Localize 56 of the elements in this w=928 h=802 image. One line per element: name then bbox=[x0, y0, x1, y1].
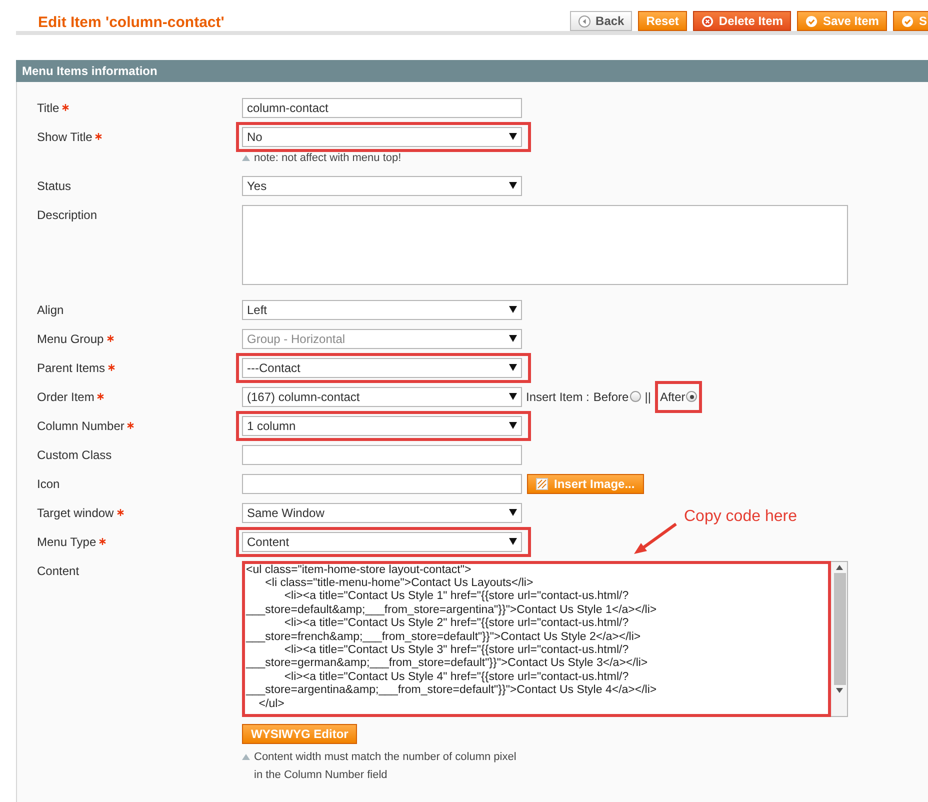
field-label: Order Item bbox=[37, 388, 94, 406]
annotation-text: Copy code here bbox=[684, 508, 797, 526]
input-field[interactable]: column-contact bbox=[242, 98, 522, 118]
input-field[interactable] bbox=[242, 444, 522, 464]
image-icon bbox=[536, 478, 548, 490]
hint-triangle-icon bbox=[242, 154, 250, 160]
hint-text: note: not affect with menu top! bbox=[254, 150, 402, 166]
dropdown-caret-icon bbox=[509, 538, 517, 545]
dropdown-caret-icon bbox=[509, 335, 517, 342]
input-field[interactable] bbox=[242, 474, 522, 494]
dropdown-caret-icon bbox=[509, 306, 517, 313]
close-icon bbox=[700, 14, 714, 28]
dropdown[interactable]: 1 column bbox=[242, 416, 522, 436]
radio-option[interactable]: After bbox=[660, 390, 698, 404]
field-label: Custom Class bbox=[37, 446, 112, 464]
dropdown[interactable]: Left bbox=[242, 300, 522, 320]
dropdown[interactable]: Content bbox=[242, 532, 522, 552]
dropdown-caret-icon bbox=[509, 509, 517, 516]
dropdown-caret-icon bbox=[509, 422, 517, 429]
insert-label: Insert Item : bbox=[526, 390, 590, 404]
hint-text: Content width must match the number of column pixel in the Column Number field bbox=[254, 750, 516, 782]
checkmark-icon bbox=[900, 14, 914, 28]
field-label: Show Title bbox=[37, 128, 92, 146]
annotation-arrow bbox=[634, 522, 678, 556]
dropdown[interactable]: No bbox=[242, 126, 522, 146]
section-header: Menu Items information bbox=[16, 60, 928, 82]
checkmark-icon bbox=[804, 14, 818, 28]
hint-triangle-icon bbox=[242, 754, 250, 760]
field-label: Parent Items bbox=[37, 360, 106, 376]
separator-text: || bbox=[644, 390, 651, 404]
field-label: Target window bbox=[37, 504, 114, 522]
scrollbar[interactable] bbox=[831, 562, 847, 716]
dropdown-caret-icon bbox=[509, 393, 517, 400]
back-button[interactable]: Back bbox=[570, 11, 632, 31]
dropdown[interactable]: (167) column-contact bbox=[242, 386, 522, 406]
scroll-down-icon[interactable] bbox=[836, 688, 843, 692]
field-label: Menu Group bbox=[37, 330, 104, 348]
radio-option[interactable]: Before bbox=[593, 390, 641, 404]
dropdown-caret-icon bbox=[509, 182, 517, 189]
dropdown[interactable]: Same Window bbox=[242, 502, 522, 522]
dropdown[interactable]: Yes bbox=[242, 176, 522, 196]
field-label: Title bbox=[37, 100, 60, 116]
field-label: Status bbox=[37, 178, 72, 194]
page-title: Edit Item 'column-contact' bbox=[38, 14, 224, 31]
scroll-up-icon[interactable] bbox=[836, 564, 843, 570]
field-label: Menu Type bbox=[37, 534, 96, 550]
field-label: Column Number bbox=[37, 418, 124, 434]
dropdown-caret-icon bbox=[509, 364, 517, 371]
textarea-field[interactable] bbox=[242, 204, 848, 284]
left-arrow-circle-icon bbox=[578, 14, 591, 28]
dropdown[interactable]: ---Contact bbox=[242, 358, 522, 378]
field-label: Content bbox=[37, 562, 80, 580]
field-label: Description bbox=[37, 206, 98, 224]
field-label: Icon bbox=[37, 476, 60, 492]
dropdown-caret-icon bbox=[509, 133, 517, 140]
field-label: Align bbox=[37, 302, 64, 318]
